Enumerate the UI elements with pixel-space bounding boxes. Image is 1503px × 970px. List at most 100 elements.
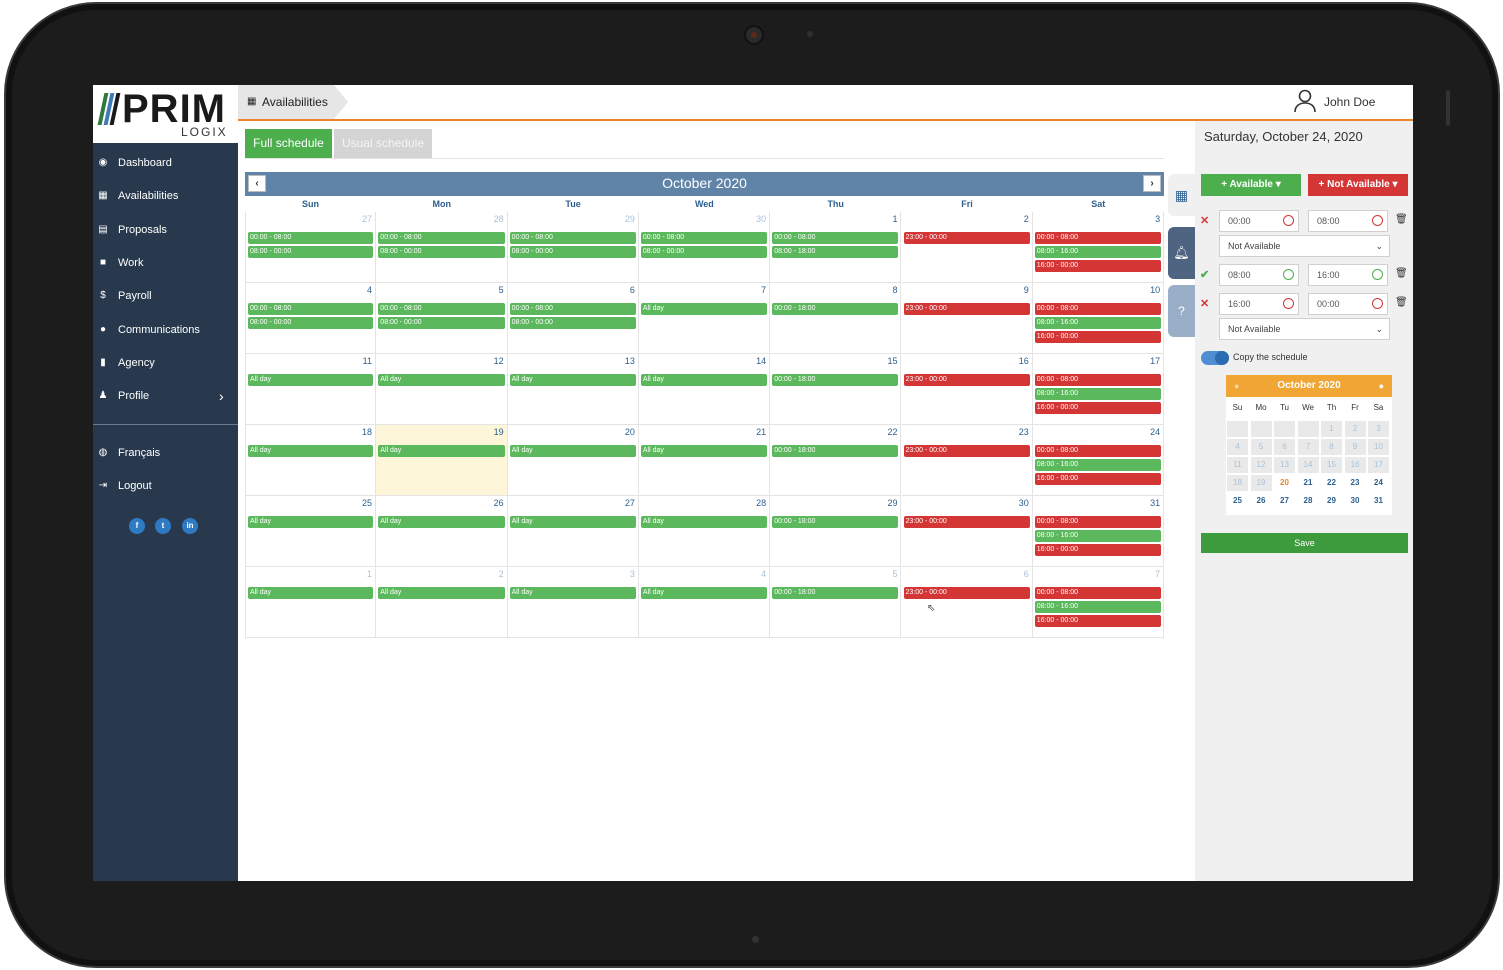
not-available-slot[interactable]: 16:00 - 00:00 xyxy=(1034,473,1162,485)
available-slot[interactable]: 00:00 - 08:00 xyxy=(509,303,636,315)
time-to-input[interactable]: 16:00 xyxy=(1308,264,1388,286)
available-slot[interactable]: 08:00 - 00:00 xyxy=(509,246,636,258)
calendar-side-icon[interactable]: ▦ xyxy=(1168,174,1195,216)
available-slot[interactable]: 00:00 - 08:00 xyxy=(248,303,373,315)
mini-day[interactable]: 21 xyxy=(1297,475,1319,491)
day-cell[interactable]: 23 23:00 - 00:00 xyxy=(901,425,1033,496)
not-available-slot[interactable]: 00:00 - 08:00 xyxy=(1034,587,1162,599)
tab-full-schedule[interactable]: Full schedule xyxy=(245,129,332,158)
day-cell[interactable]: 4 All day xyxy=(638,567,771,638)
available-slot[interactable]: 08:00 - 16:00 xyxy=(1034,530,1162,542)
tab-usual-schedule[interactable]: Usual schedule xyxy=(334,129,432,158)
time-from-input[interactable]: 08:00 xyxy=(1219,264,1299,286)
available-slot[interactable]: 08:00 - 18:00 xyxy=(772,246,899,258)
available-slot[interactable]: All day xyxy=(640,587,768,599)
not-available-slot[interactable]: 23:00 - 00:00 xyxy=(903,587,1030,599)
available-slot[interactable]: 08:00 - 00:00 xyxy=(248,317,373,329)
day-cell[interactable]: 7 All day xyxy=(638,283,771,354)
day-cell[interactable]: 6 00:00 - 08:00 08:00 - 00:00 xyxy=(507,283,639,354)
not-available-slot[interactable]: 00:00 - 08:00 xyxy=(1034,303,1162,315)
day-cell[interactable]: 28 All day xyxy=(638,496,771,567)
sidebar-item-dashboard[interactable]: ◉ Dashboard xyxy=(93,152,238,174)
not-available-slot[interactable]: 16:00 - 00:00 xyxy=(1034,331,1162,343)
not-available-slot[interactable]: 23:00 - 00:00 xyxy=(903,374,1030,386)
day-cell[interactable]: 18 All day xyxy=(245,425,376,496)
help-icon[interactable]: ? xyxy=(1168,285,1195,337)
add-available-button[interactable]: + Available ▾ xyxy=(1201,174,1301,196)
available-slot[interactable]: 08:00 - 00:00 xyxy=(509,317,636,329)
available-slot[interactable]: 00:00 - 08:00 xyxy=(772,232,899,244)
sidebar-item-payroll[interactable]: $ Payroll xyxy=(93,285,238,307)
mini-day[interactable]: 23 xyxy=(1344,475,1366,491)
trash-icon[interactable]: 🗑︎ xyxy=(1395,297,1408,308)
not-available-slot[interactable]: 16:00 - 00:00 xyxy=(1034,402,1162,414)
available-slot[interactable]: All day xyxy=(640,445,768,457)
sidebar-item-proposals[interactable]: ▤ Proposals xyxy=(93,219,238,241)
day-cell[interactable]: 24 00:00 - 08:00 08:00 - 16:00 16:00 - 00:0… xyxy=(1032,425,1165,496)
available-slot[interactable]: All day xyxy=(640,374,768,386)
available-slot[interactable]: 08:00 - 16:00 xyxy=(1034,317,1162,329)
day-cell[interactable]: 2 23:00 - 00:00 xyxy=(901,212,1033,283)
mini-day[interactable]: 25 xyxy=(1227,493,1248,509)
status-select[interactable]: Not Available ⌄ xyxy=(1219,318,1390,340)
mini-day[interactable]: 27 xyxy=(1274,493,1295,509)
available-slot[interactable]: 08:00 - 16:00 xyxy=(1034,246,1162,258)
available-slot[interactable]: 08:00 - 00:00 xyxy=(378,317,505,329)
mini-day[interactable]: 28 xyxy=(1297,493,1319,509)
sidebar-item-profile[interactable]: ♟ Profile › xyxy=(93,385,238,407)
sidebar-item-communications[interactable]: ● Communications xyxy=(93,319,238,341)
sidebar-item-work[interactable]: ■ Work xyxy=(93,252,238,274)
not-available-slot[interactable]: 23:00 - 00:00 xyxy=(903,516,1030,528)
not-available-slot[interactable]: 23:00 - 00:00 xyxy=(903,232,1030,244)
day-cell[interactable]: 30 23:00 - 00:00 xyxy=(901,496,1033,567)
day-cell[interactable]: 21 All day xyxy=(638,425,771,496)
mini-day[interactable]: 31 xyxy=(1368,493,1389,509)
not-available-slot[interactable]: 00:00 - 08:00 xyxy=(1034,445,1162,457)
available-slot[interactable]: 00:00 - 08:00 xyxy=(640,232,768,244)
day-cell[interactable]: 16 23:00 - 00:00 xyxy=(901,354,1033,425)
day-cell[interactable]: 29 00:00 - 08:00 08:00 - 00:00 xyxy=(507,212,639,283)
available-slot[interactable]: All day xyxy=(640,303,768,315)
copy-schedule-toggle[interactable] xyxy=(1201,351,1229,365)
mini-day[interactable]: 24 xyxy=(1368,475,1389,491)
day-cell[interactable]: 26 All day xyxy=(376,496,508,567)
day-cell[interactable]: 4 00:00 - 08:00 08:00 - 00:00 xyxy=(245,283,376,354)
available-slot[interactable]: 00:00 - 08:00 xyxy=(509,232,636,244)
day-cell[interactable]: 17 00:00 - 08:00 08:00 - 16:00 16:00 - 00:0… xyxy=(1032,354,1165,425)
available-slot[interactable]: 08:00 - 00:00 xyxy=(248,246,373,258)
day-cell[interactable]: 19 All day xyxy=(376,425,508,496)
not-available-slot[interactable]: 16:00 - 00:00 xyxy=(1034,615,1162,627)
available-slot[interactable]: 08:00 - 16:00 xyxy=(1034,388,1162,400)
day-cell[interactable]: 31 00:00 - 08:00 08:00 - 16:00 16:00 - 00:0… xyxy=(1032,496,1165,567)
day-cell[interactable]: 13 All day xyxy=(507,354,639,425)
day-cell[interactable]: 29 00:00 - 18:00 xyxy=(770,496,902,567)
time-to-input[interactable]: 08:00 xyxy=(1308,210,1388,232)
day-cell[interactable]: 30 00:00 - 08:00 08:00 - 00:00 xyxy=(638,212,771,283)
available-slot[interactable]: All day xyxy=(509,374,636,386)
breadcrumb[interactable]: ▦ Availabilities xyxy=(238,85,348,119)
trash-icon[interactable]: 🗑︎ xyxy=(1395,214,1408,225)
day-cell[interactable]: 22 00:00 - 18:00 xyxy=(770,425,902,496)
available-slot[interactable]: All day xyxy=(509,445,636,457)
day-cell[interactable]: 15 00:00 - 18:00 xyxy=(770,354,902,425)
mini-day[interactable]: 22 xyxy=(1321,475,1342,491)
trash-icon[interactable]: 🗑︎ xyxy=(1395,268,1408,279)
not-available-slot[interactable]: 16:00 - 00:00 xyxy=(1034,544,1162,556)
day-cell[interactable]: 1 All day xyxy=(245,567,376,638)
day-cell[interactable]: 25 All day xyxy=(245,496,376,567)
available-slot[interactable]: All day xyxy=(248,516,373,528)
available-slot[interactable]: All day xyxy=(509,587,636,599)
twitter-icon[interactable]: t xyxy=(155,518,171,534)
linkedin-icon[interactable]: in xyxy=(182,518,198,534)
available-slot[interactable]: All day xyxy=(248,587,373,599)
day-cell[interactable]: 3 All day xyxy=(507,567,639,638)
available-slot[interactable]: 08:00 - 16:00 xyxy=(1034,459,1162,471)
not-available-slot[interactable]: 23:00 - 00:00 xyxy=(903,303,1030,315)
available-slot[interactable]: All day xyxy=(378,445,505,457)
available-slot[interactable]: All day xyxy=(378,587,505,599)
day-cell[interactable]: 27 00:00 - 08:00 08:00 - 00:00 xyxy=(245,212,376,283)
logo[interactable]: PRIM LOGIX xyxy=(93,85,238,143)
mini-prev-icon[interactable]: ● xyxy=(1234,375,1239,397)
mini-day[interactable]: 26 xyxy=(1250,493,1272,509)
day-cell[interactable]: 27 All day xyxy=(507,496,639,567)
